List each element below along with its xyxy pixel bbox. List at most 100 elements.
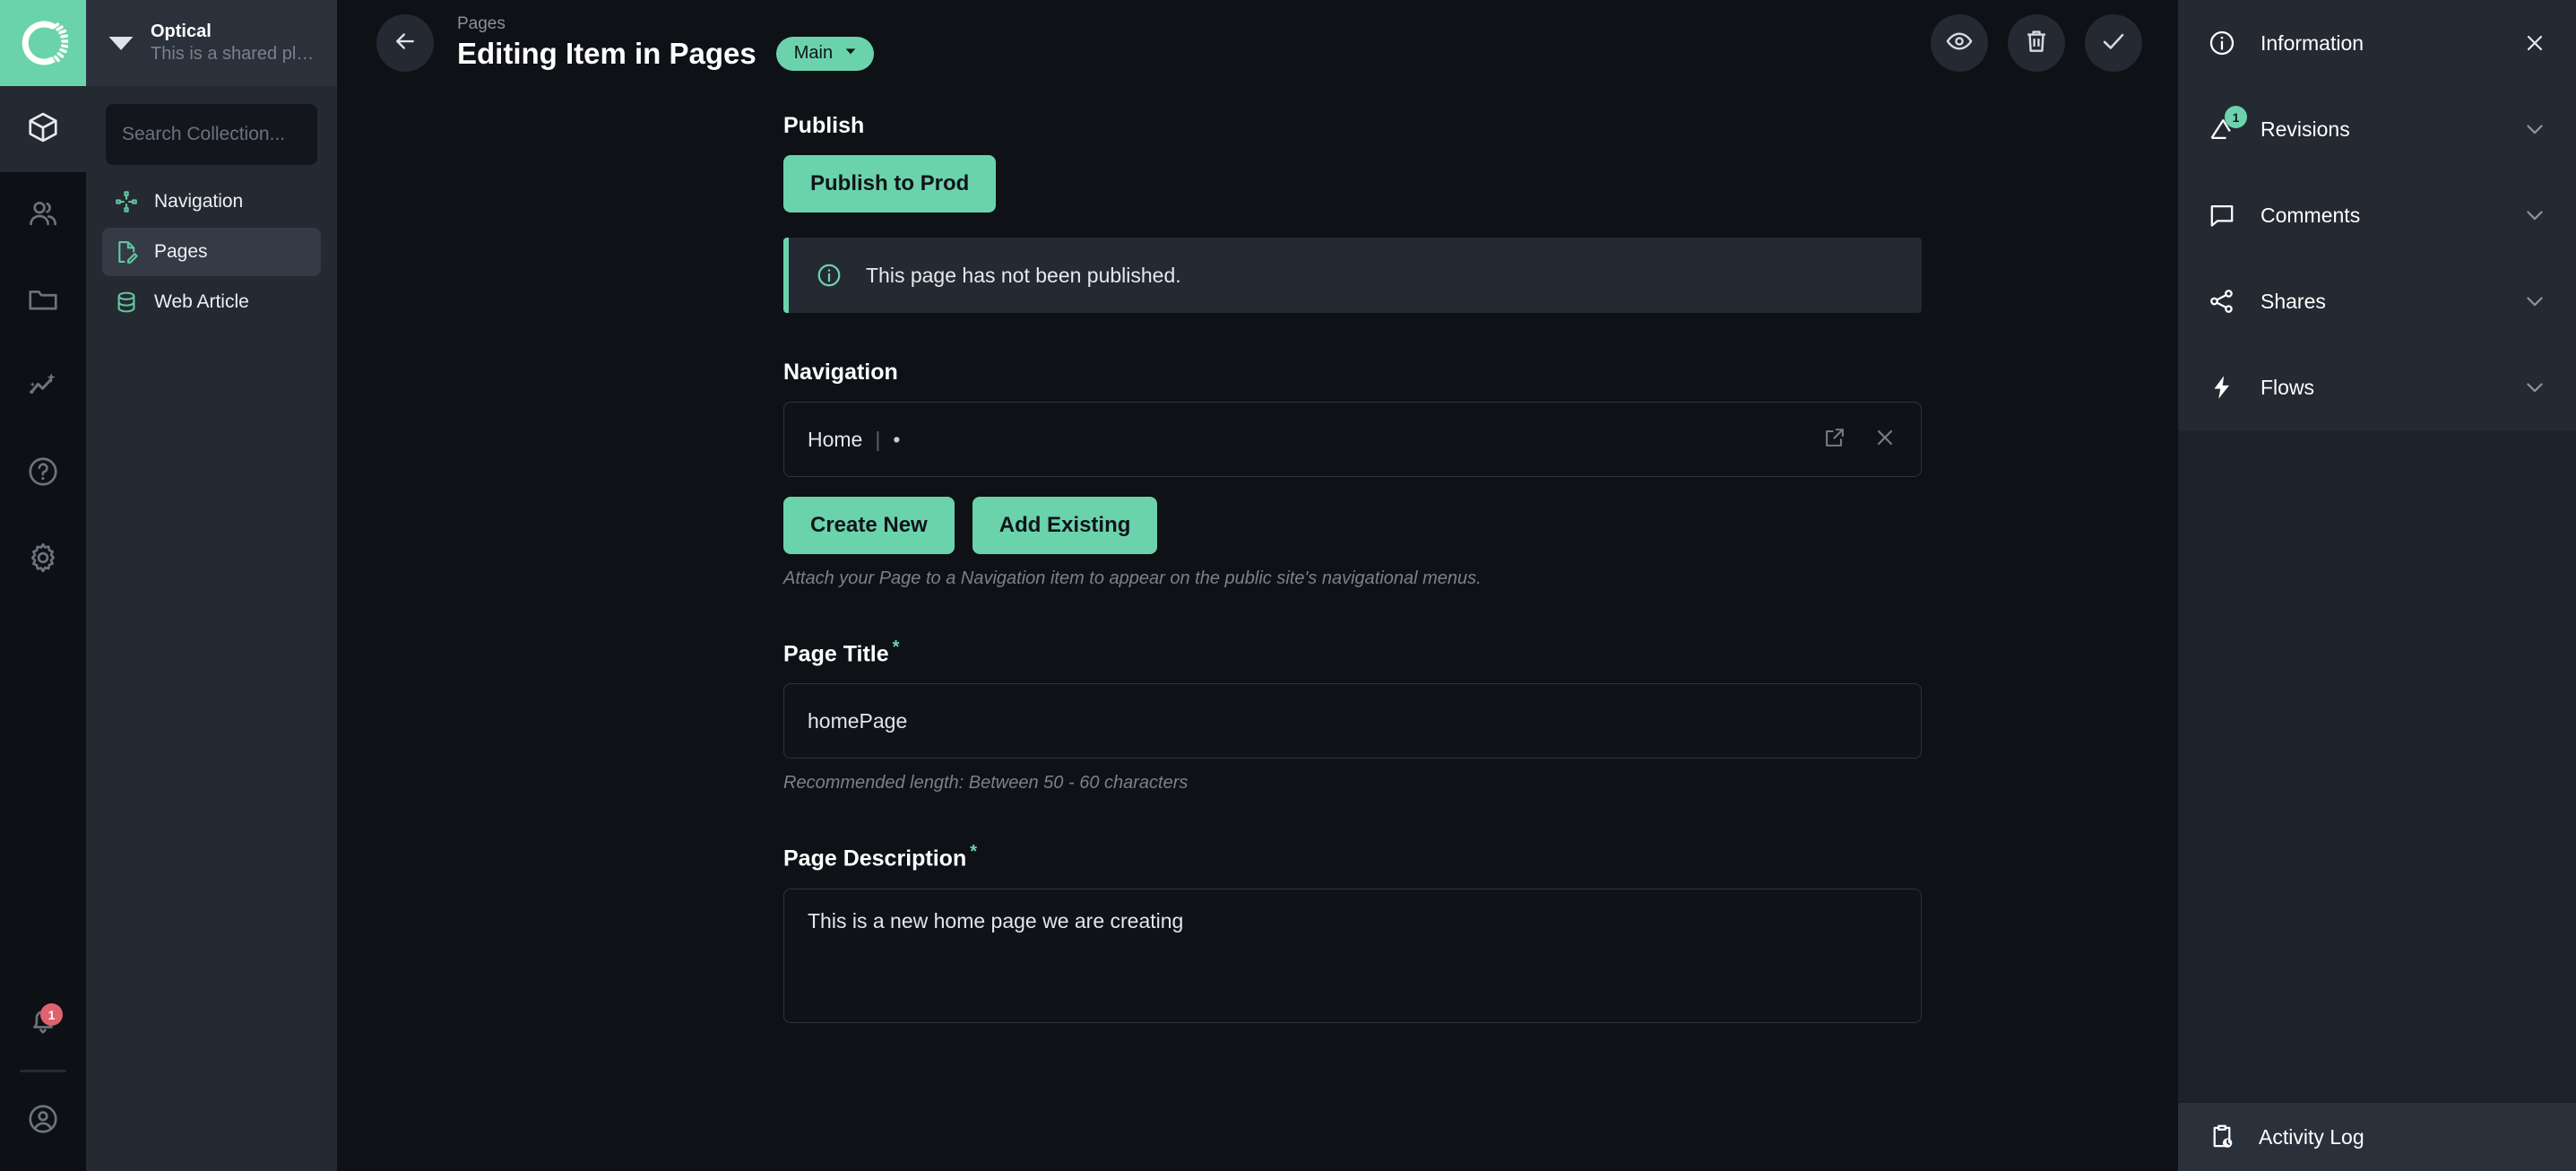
navigation-relation-field[interactable]: Home | • xyxy=(783,402,1922,477)
rail-item-account[interactable] xyxy=(0,1078,86,1164)
preview-button[interactable] xyxy=(1931,14,1988,72)
panel-section-label: Comments xyxy=(2260,204,2360,228)
check-icon xyxy=(2099,27,2128,60)
notification-badge: 1 xyxy=(40,1003,63,1026)
icon-rail: 1 xyxy=(0,0,86,1171)
gear-icon xyxy=(26,541,60,579)
chevron-down-icon xyxy=(843,43,858,64)
title-block: Pages Editing Item in Pages Main xyxy=(457,15,874,72)
rail-item-help[interactable] xyxy=(0,430,86,516)
navigation-buttons: Create New Add Existing xyxy=(783,497,1922,554)
close-icon[interactable] xyxy=(2522,30,2547,56)
rail-item-notifications[interactable]: 1 xyxy=(0,978,86,1064)
publish-to-prod-button[interactable]: Publish to Prod xyxy=(783,155,996,213)
rail-item-users[interactable] xyxy=(0,172,86,258)
panel-section-information[interactable]: Information xyxy=(2178,0,2576,86)
external-link-icon[interactable] xyxy=(1822,425,1847,455)
navigation-label: Navigation xyxy=(783,360,1922,386)
panel-body xyxy=(2178,430,2576,1101)
arrow-left-icon xyxy=(392,28,419,59)
rail-item-collections[interactable] xyxy=(0,86,86,172)
activity-log-label: Activity Log xyxy=(2259,1125,2364,1149)
eye-icon xyxy=(1945,27,1974,60)
edit-form: Publish Publish to Prod This page has no… xyxy=(337,86,2178,1028)
title-row: Editing Item in Pages Main xyxy=(457,37,874,71)
publish-status-alert: This page has not been published. xyxy=(783,238,1922,313)
publish-status-text: This page has not been published. xyxy=(866,264,1181,288)
bolt-icon xyxy=(2207,372,2237,403)
publish-label: Publish xyxy=(783,113,1922,139)
delete-button[interactable] xyxy=(2008,14,2065,72)
chevron-down-icon[interactable] xyxy=(2522,289,2547,314)
page-description-label: Page Description* xyxy=(783,842,1922,872)
cube-icon xyxy=(26,110,60,149)
create-new-button[interactable]: Create New xyxy=(783,497,955,554)
page-title-label-text: Page Title xyxy=(783,641,889,666)
workspace-header[interactable]: Optical This is a shared playgr... xyxy=(86,0,337,86)
activity-log-button[interactable]: Activity Log xyxy=(2178,1103,2576,1171)
page-title-hint: Recommended length: Between 50 - 60 char… xyxy=(783,771,1500,795)
chevron-down-icon[interactable] xyxy=(2522,203,2547,228)
comment-icon xyxy=(2207,200,2237,230)
insights-icon xyxy=(26,369,60,407)
panel-section-shares[interactable]: Shares xyxy=(2178,258,2576,344)
publish-section: Publish Publish to Prod This page has no… xyxy=(783,113,1922,313)
rail-divider xyxy=(20,1070,66,1072)
page-description-input[interactable] xyxy=(783,889,1922,1023)
clipboard-clock-icon xyxy=(2207,1122,2237,1152)
folder-icon xyxy=(26,282,60,321)
search-wrapper xyxy=(86,86,337,178)
navigation-relation-actions xyxy=(1822,425,1897,455)
panel-section-label: Information xyxy=(2260,31,2364,56)
rail-item-settings[interactable] xyxy=(0,516,86,603)
collection-item-label: Web Article xyxy=(154,291,249,313)
main-content: Pages Editing Item in Pages Main xyxy=(337,0,2178,1171)
navigation-hint: Attach your Page to a Navigation item to… xyxy=(783,567,1500,591)
right-panel: Information 1 Revisions xyxy=(2178,0,2576,1171)
database-icon xyxy=(113,289,140,316)
navigation-relation-suffix: • xyxy=(893,428,900,452)
page-title-label: Page Title* xyxy=(783,638,1922,667)
collection-item-pages[interactable]: Pages xyxy=(102,228,321,276)
navigation-relation-value: Home | • xyxy=(808,428,900,452)
help-circle-icon xyxy=(26,455,60,493)
panel-section-flows[interactable]: Flows xyxy=(2178,344,2576,430)
rail-item-insights[interactable] xyxy=(0,344,86,430)
collection-sidebar: Optical This is a shared playgr... Navig… xyxy=(86,0,337,1171)
header-actions xyxy=(1931,14,2142,72)
rail-item-media[interactable] xyxy=(0,258,86,344)
revisions-icon: 1 xyxy=(2207,114,2237,144)
chevron-down-icon[interactable] xyxy=(2522,117,2547,142)
collection-item-label: Pages xyxy=(154,241,208,263)
panel-section-revisions[interactable]: 1 Revisions xyxy=(2178,86,2576,172)
relation-separator: | xyxy=(875,428,880,452)
required-marker: * xyxy=(893,638,900,657)
info-circle-icon xyxy=(2207,28,2237,58)
navigation-relation-title: Home xyxy=(808,428,862,452)
save-button[interactable] xyxy=(2085,14,2142,72)
search-input[interactable] xyxy=(106,104,317,165)
close-icon[interactable] xyxy=(1872,425,1897,455)
info-circle-icon xyxy=(816,262,843,289)
branch-label: Main xyxy=(794,43,833,64)
chevron-down-icon[interactable] xyxy=(2522,375,2547,400)
panel-section-label: Flows xyxy=(2260,376,2314,400)
page-title-input[interactable] xyxy=(783,683,1922,759)
collection-item-navigation[interactable]: Navigation xyxy=(102,178,321,226)
panel-section-label: Shares xyxy=(2260,290,2326,314)
trash-icon xyxy=(2022,27,2051,60)
page-description-section: Page Description* xyxy=(783,842,1922,1027)
panel-section-comments[interactable]: Comments xyxy=(2178,172,2576,258)
sitemap-icon xyxy=(113,188,140,215)
page-title: Editing Item in Pages xyxy=(457,38,756,70)
navigation-section: Navigation Home | • xyxy=(783,360,1922,591)
back-button[interactable] xyxy=(376,14,434,72)
collection-item-web-article[interactable]: Web Article xyxy=(102,278,321,326)
diamond-icon xyxy=(106,26,136,61)
revisions-badge: 1 xyxy=(2225,106,2247,128)
app-logo[interactable] xyxy=(0,0,86,86)
add-existing-button[interactable]: Add Existing xyxy=(972,497,1158,554)
collection-item-label: Navigation xyxy=(154,191,243,213)
required-marker: * xyxy=(970,842,977,862)
branch-selector[interactable]: Main xyxy=(776,37,874,71)
